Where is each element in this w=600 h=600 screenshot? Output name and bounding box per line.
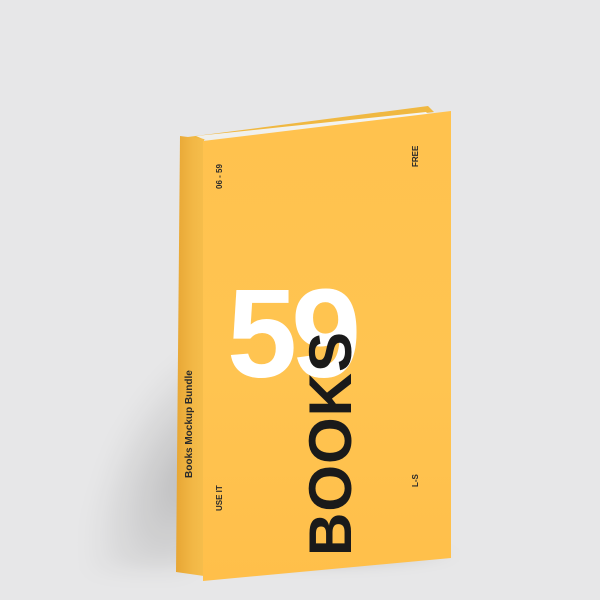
cover-label-bottom-right: L-S: [411, 474, 420, 487]
cover-label-top-left: 06 - 59: [215, 164, 224, 189]
spine-label: Books Mockup Bundle: [184, 370, 195, 478]
book-cover: 59 BOOKS 06 - 59 FREE USE IT L-S: [203, 111, 451, 581]
book-mockup-scene: Books Mockup Bundle 59 BOOKS 06 - 59 FRE…: [0, 0, 600, 600]
book-spine: [176, 136, 204, 576]
cover-title: BOOKS: [297, 330, 364, 556]
cover-label-top-right: FREE: [411, 145, 420, 167]
cover-label-bottom-left: USE IT: [215, 485, 224, 511]
